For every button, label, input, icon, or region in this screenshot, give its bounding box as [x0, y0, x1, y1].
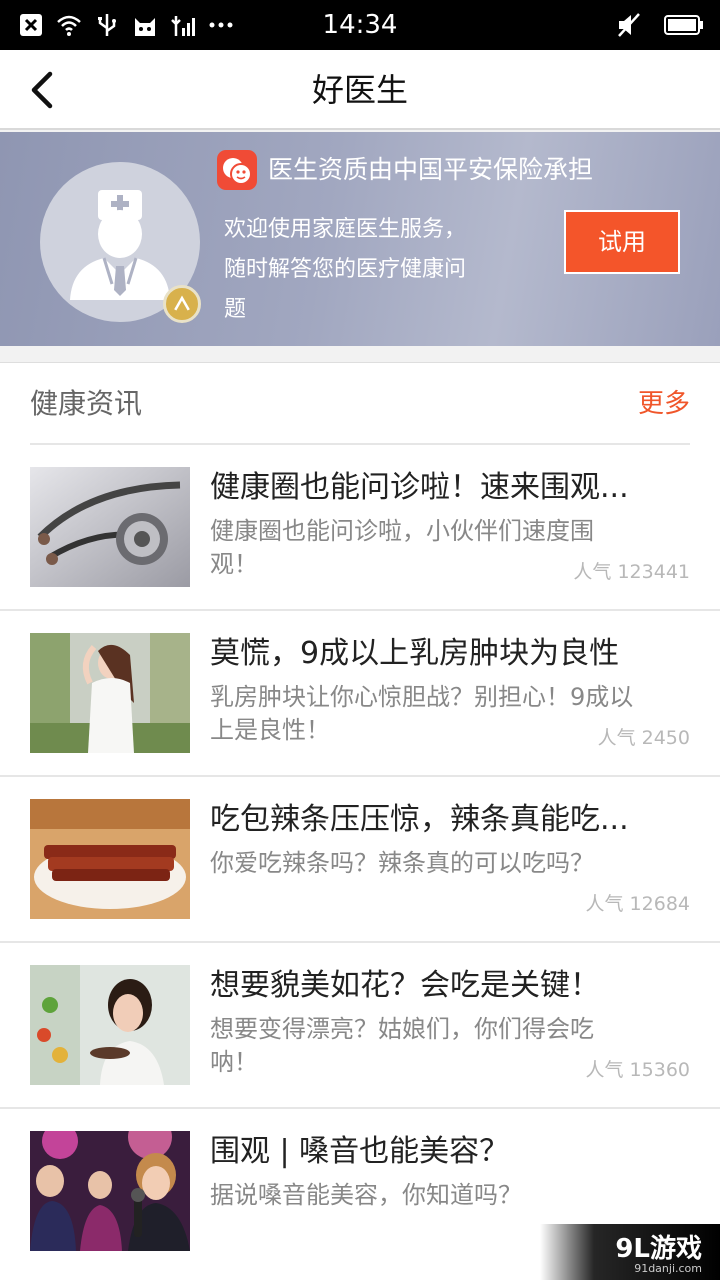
news-title: 围观 | 嗓音也能美容？	[210, 1134, 510, 1169]
section-header: 健康资讯 更多	[30, 363, 690, 445]
news-title: 吃包辣条压压惊，辣条真能吃...	[210, 802, 629, 837]
welcome-text: 欢迎使用家庭医生服务，随时解答您的医疗健康问题	[224, 217, 467, 322]
news-item[interactable]: 莫慌，9成以上乳房肿块为良性 乳房肿块让你心惊胆战？别担心！9成以上是良性！ 人…	[0, 611, 720, 777]
spicy-strips-image	[30, 799, 190, 919]
level-badge-icon	[163, 285, 201, 323]
section-title: 健康资讯	[30, 387, 143, 420]
popularity-count: 人气 15360	[585, 1059, 690, 1081]
battery-icon	[664, 15, 703, 35]
woman-eating-image	[30, 965, 190, 1085]
status-bar: 14:34	[0, 0, 720, 50]
watermark-sub: 91danji.com	[634, 1262, 702, 1275]
app-header: 好医生	[0, 50, 720, 130]
insurance-text: 医生资质由中国平安保险承担	[268, 155, 594, 184]
news-item[interactable]: 想要貌美如花？会吃是关键！ 想要变得漂亮？姑娘们，你们得会吃呐！ 人气 1536…	[0, 943, 720, 1109]
news-title: 莫慌，9成以上乳房肿块为良性	[210, 636, 620, 671]
popularity-count: 人气 123441	[573, 561, 690, 583]
news-item[interactable]: 健康圈也能问诊啦！速来围观... 健康圈也能问诊啦，小伙伴们速度围观！ 人气 1…	[0, 445, 720, 611]
popularity-count: 人气 2450	[597, 727, 690, 749]
news-desc: 想要变得漂亮？姑娘们，你们得会吃呐！	[210, 1015, 594, 1076]
watermark-main: 9L游戏	[615, 1234, 702, 1264]
mute-icon	[618, 13, 640, 37]
status-time: 14:34	[322, 10, 398, 40]
singers-image	[30, 1131, 190, 1251]
ping-an-insurance-icon	[217, 150, 257, 190]
health-news-section: 健康资讯 更多 健康圈也能问诊啦！速来围观... 健康圈也能问诊啦，小伙伴们速度…	[0, 362, 720, 1280]
popularity-count: 人气 12684	[585, 893, 690, 915]
page-title: 好医生	[311, 71, 408, 109]
news-desc: 你爱吃辣条吗？辣条真的可以吃吗？	[210, 849, 594, 877]
stethoscope-image	[30, 467, 190, 587]
try-button[interactable]: 试用	[564, 210, 680, 274]
news-title: 健康圈也能问诊啦！速来围观...	[210, 470, 629, 505]
news-desc: 据说嗓音能美容，你知道吗？	[210, 1181, 522, 1209]
more-link[interactable]: 更多	[638, 363, 690, 445]
doctor-service-banner[interactable]: 医生资质由中国平安保险承担 欢迎使用家庭医生服务，随时解答您的医疗健康问题 试用	[0, 132, 720, 346]
news-title: 想要貌美如花？会吃是关键！	[210, 968, 600, 1003]
woman-garden-image	[30, 633, 190, 753]
news-item[interactable]: 吃包辣条压压惊，辣条真能吃... 你爱吃辣条吗？辣条真的可以吃吗？ 人气 126…	[0, 777, 720, 943]
site-watermark: 9L游戏 91danji.com	[540, 1224, 720, 1280]
news-desc: 乳房肿块让你心惊胆战？别担心！9成以上是良性！	[210, 683, 634, 744]
